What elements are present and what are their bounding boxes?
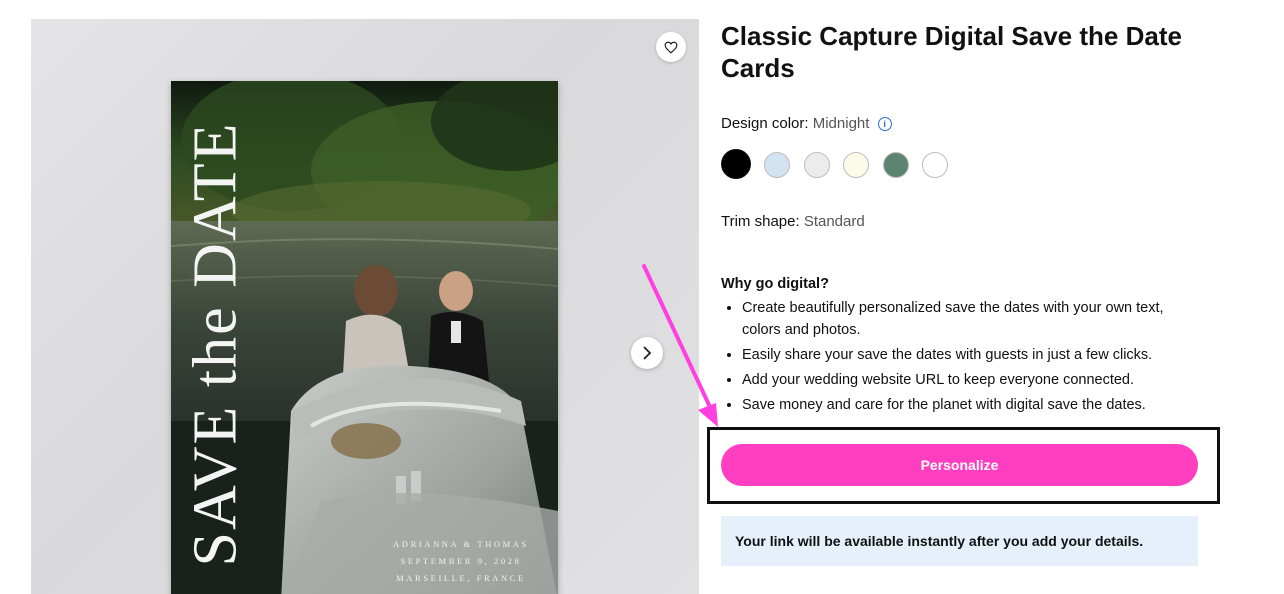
list-item: Create beautifully personalized save the… — [742, 297, 1191, 341]
swatch-light-gray[interactable] — [804, 152, 830, 178]
trim-shape-row: Trim shape: Standard — [721, 213, 865, 230]
personalize-button[interactable]: Personalize — [721, 444, 1198, 486]
swatch-white[interactable] — [922, 152, 948, 178]
product-title: Classic Capture Digital Save the Date Ca… — [721, 21, 1182, 83]
card-details: ADRIANNA & THOMAS SEPTEMBER 9, 2028 MARS… — [376, 536, 546, 587]
card-date: SEPTEMBER 9, 2028 — [400, 556, 522, 566]
next-image-button[interactable] — [631, 337, 663, 369]
swatch-light-blue[interactable] — [764, 152, 790, 178]
product-image-gallery: SAVE the DATE ADRIANNA & THOMAS SEPTEMBE… — [31, 19, 699, 594]
card-location: MARSEILLE, FRANCE — [396, 573, 526, 583]
favorite-button[interactable] — [656, 32, 686, 62]
list-item: Add your wedding website URL to keep eve… — [742, 369, 1191, 391]
why-digital-list: Create beautifully personalized save the… — [721, 297, 1191, 416]
trim-shape-value: Standard — [803, 213, 865, 230]
design-color-row: Design color: Midnight i — [721, 115, 892, 132]
save-the-date-card-preview[interactable]: SAVE the DATE ADRIANNA & THOMAS SEPTEMBE… — [171, 81, 558, 594]
card-vertical-title: SAVE the DATE — [182, 121, 251, 567]
design-color-value: Midnight — [812, 115, 870, 132]
swatch-cream[interactable] — [843, 152, 869, 178]
design-color-label: Design color: — [721, 115, 809, 132]
swatch-midnight[interactable] — [721, 149, 751, 179]
trim-shape-label: Trim shape: — [721, 213, 800, 230]
link-availability-notice: Your link will be available instantly af… — [721, 516, 1198, 566]
list-item: Save money and care for the planet with … — [742, 394, 1191, 416]
list-item: Easily share your save the dates with gu… — [742, 344, 1191, 366]
why-digital-section: Why go digital? Create beautifully perso… — [721, 276, 1191, 419]
chevron-right-icon — [643, 346, 652, 360]
card-names: ADRIANNA & THOMAS — [393, 539, 529, 549]
info-icon[interactable]: i — [877, 117, 892, 131]
swatch-green[interactable] — [883, 152, 909, 178]
why-digital-heading: Why go digital? — [721, 276, 829, 292]
heart-icon — [664, 41, 678, 54]
